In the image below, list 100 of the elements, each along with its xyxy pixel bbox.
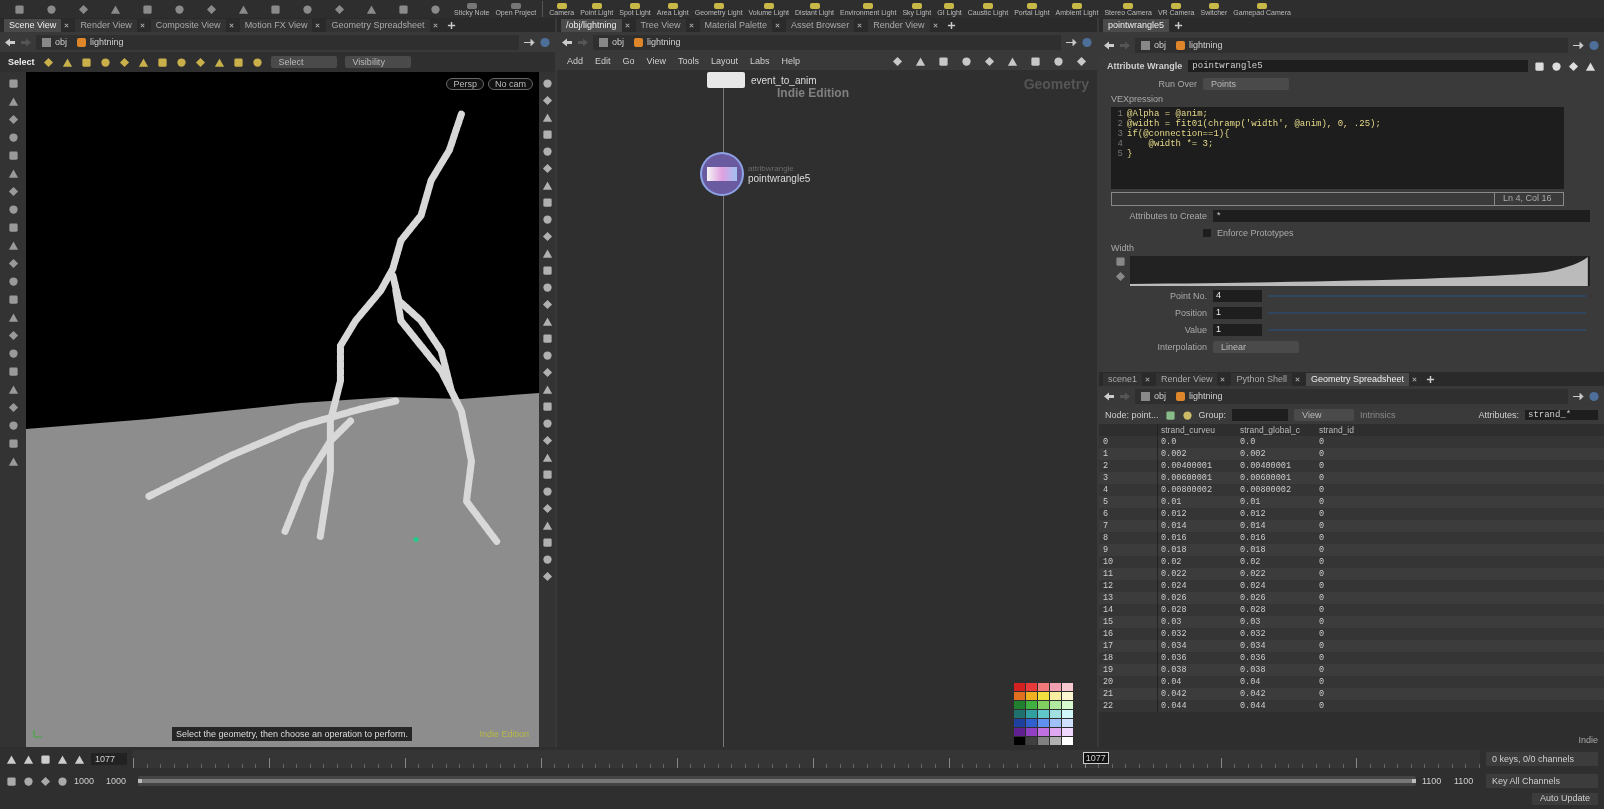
- circle-icon[interactable]: [7, 204, 19, 215]
- add-tab-icon[interactable]: [446, 20, 456, 30]
- input-field[interactable]: *: [1213, 210, 1590, 222]
- add-tab-icon[interactable]: [1426, 374, 1435, 384]
- circle-icon[interactable]: [7, 132, 19, 143]
- view-dropdown[interactable]: View: [1294, 409, 1355, 421]
- square-icon[interactable]: [7, 222, 19, 233]
- square-icon[interactable]: [397, 3, 409, 15]
- diamond-icon[interactable]: [1076, 55, 1087, 67]
- color-swatch[interactable]: [1014, 719, 1025, 727]
- color-swatch[interactable]: [1062, 701, 1073, 709]
- diamond-icon[interactable]: [118, 56, 130, 68]
- color-swatch[interactable]: [1050, 737, 1061, 745]
- diamond-icon[interactable]: [984, 55, 995, 67]
- diamond-icon[interactable]: [541, 571, 553, 582]
- triangle-icon[interactable]: [57, 753, 68, 765]
- diamond-icon[interactable]: [40, 775, 51, 787]
- square-icon[interactable]: [80, 56, 92, 68]
- diamond-icon[interactable]: [541, 367, 553, 378]
- circle-icon[interactable]: [541, 554, 553, 565]
- circle-icon[interactable]: [541, 486, 553, 497]
- pin-icon[interactable]: [1572, 39, 1584, 51]
- diamond-icon[interactable]: [892, 55, 903, 67]
- close-icon[interactable]: [138, 21, 146, 29]
- triangle-icon[interactable]: [541, 248, 553, 259]
- circle-icon[interactable]: [57, 775, 68, 787]
- column-header[interactable]: strand_id: [1316, 425, 1395, 435]
- triangle-icon[interactable]: [7, 312, 19, 323]
- square-icon[interactable]: [156, 56, 168, 68]
- range-start-field[interactable]: 1000: [106, 776, 132, 786]
- menu-item[interactable]: Add: [567, 56, 583, 66]
- checkbox[interactable]: [1203, 229, 1211, 237]
- run-over-dropdown[interactable]: Points: [1203, 78, 1289, 90]
- diamond-icon[interactable]: [541, 163, 553, 174]
- square-icon[interactable]: [13, 3, 25, 15]
- visibility-dropdown[interactable]: Visibility: [344, 56, 411, 68]
- triangle-icon[interactable]: [7, 240, 19, 251]
- close-icon[interactable]: [1293, 375, 1301, 383]
- color-swatch[interactable]: [1062, 692, 1073, 700]
- menu-item[interactable]: Help: [781, 56, 800, 66]
- triangle-icon[interactable]: [7, 96, 19, 107]
- square-icon[interactable]: [141, 3, 153, 15]
- pane-tab[interactable]: Scene View: [4, 18, 62, 32]
- path-field[interactable]: obj lightning: [36, 34, 519, 50]
- pane-tab[interactable]: pointwrangle5: [1103, 18, 1170, 32]
- close-icon[interactable]: [931, 21, 939, 29]
- pane-tab[interactable]: Render View: [868, 18, 930, 32]
- start-frame-field[interactable]: 1000: [74, 776, 100, 786]
- close-icon[interactable]: [1411, 375, 1418, 383]
- circle-icon[interactable]: [541, 214, 553, 225]
- pane-tab[interactable]: Geometry Spreadsheet: [1305, 372, 1409, 386]
- color-swatch[interactable]: [1038, 701, 1049, 709]
- triangle-icon[interactable]: [74, 753, 85, 765]
- diamond-icon[interactable]: [7, 186, 19, 197]
- triangle-icon[interactable]: [7, 456, 19, 467]
- menu-item[interactable]: Edit: [595, 56, 611, 66]
- color-swatch[interactable]: [1062, 683, 1073, 691]
- close-icon[interactable]: [856, 21, 864, 29]
- triangle-icon[interactable]: [541, 384, 553, 395]
- circle-icon[interactable]: [7, 276, 19, 287]
- circle-icon[interactable]: [7, 420, 19, 431]
- square-icon[interactable]: [7, 438, 19, 449]
- circle-icon[interactable]: [45, 3, 57, 15]
- triangle-icon[interactable]: [541, 452, 553, 463]
- close-icon[interactable]: [431, 21, 439, 29]
- node[interactable]: [707, 72, 745, 88]
- path-item[interactable]: lightning: [77, 37, 124, 47]
- square-icon[interactable]: [938, 55, 949, 67]
- circle-icon[interactable]: [1551, 60, 1562, 72]
- attributes-field[interactable]: strand_*: [1525, 410, 1598, 420]
- diamond-icon[interactable]: [7, 402, 19, 413]
- color-swatch[interactable]: [1014, 737, 1025, 745]
- square-icon[interactable]: [7, 366, 19, 377]
- path-item[interactable]: lightning: [1176, 40, 1223, 50]
- path-item[interactable]: obj: [599, 37, 624, 47]
- circle-icon[interactable]: [99, 56, 111, 68]
- pane-tab[interactable]: scene1: [1103, 372, 1143, 386]
- color-swatch[interactable]: [1050, 701, 1061, 709]
- square-icon[interactable]: [541, 469, 553, 480]
- path-field[interactable]: obj lightning: [1135, 37, 1568, 53]
- path-item[interactable]: obj: [42, 37, 67, 47]
- pane-tab[interactable]: Python Shell: [1231, 372, 1292, 386]
- pane-tab[interactable]: Composite View: [150, 18, 226, 32]
- pane-tab[interactable]: Render View: [75, 18, 137, 32]
- diamond-icon[interactable]: [194, 56, 206, 68]
- back-arrow-icon[interactable]: [4, 36, 16, 48]
- color-swatch[interactable]: [1038, 683, 1049, 691]
- color-swatch[interactable]: [1026, 692, 1037, 700]
- input-field[interactable]: 1: [1213, 324, 1262, 336]
- back-arrow-icon[interactable]: [561, 36, 573, 48]
- code-editor[interactable]: 1 @Alpha = @anim; 2 @width = fit01(chramp('width', @anim), 0, .25); 3 if(@connection==1){ 4 @width *= 3; 5 }: [1111, 107, 1564, 189]
- select-tool-button[interactable]: Select: [8, 57, 35, 67]
- circle-icon[interactable]: [23, 775, 34, 787]
- path-item[interactable]: obj: [1141, 40, 1166, 50]
- group-field[interactable]: [1232, 409, 1289, 421]
- color-swatch[interactable]: [1038, 710, 1049, 718]
- triangle-icon[interactable]: [541, 180, 553, 191]
- circle-icon[interactable]: [541, 350, 553, 361]
- triangle-icon[interactable]: [915, 55, 926, 67]
- pane-tab[interactable]: Geometry Spreadsheet: [326, 18, 430, 32]
